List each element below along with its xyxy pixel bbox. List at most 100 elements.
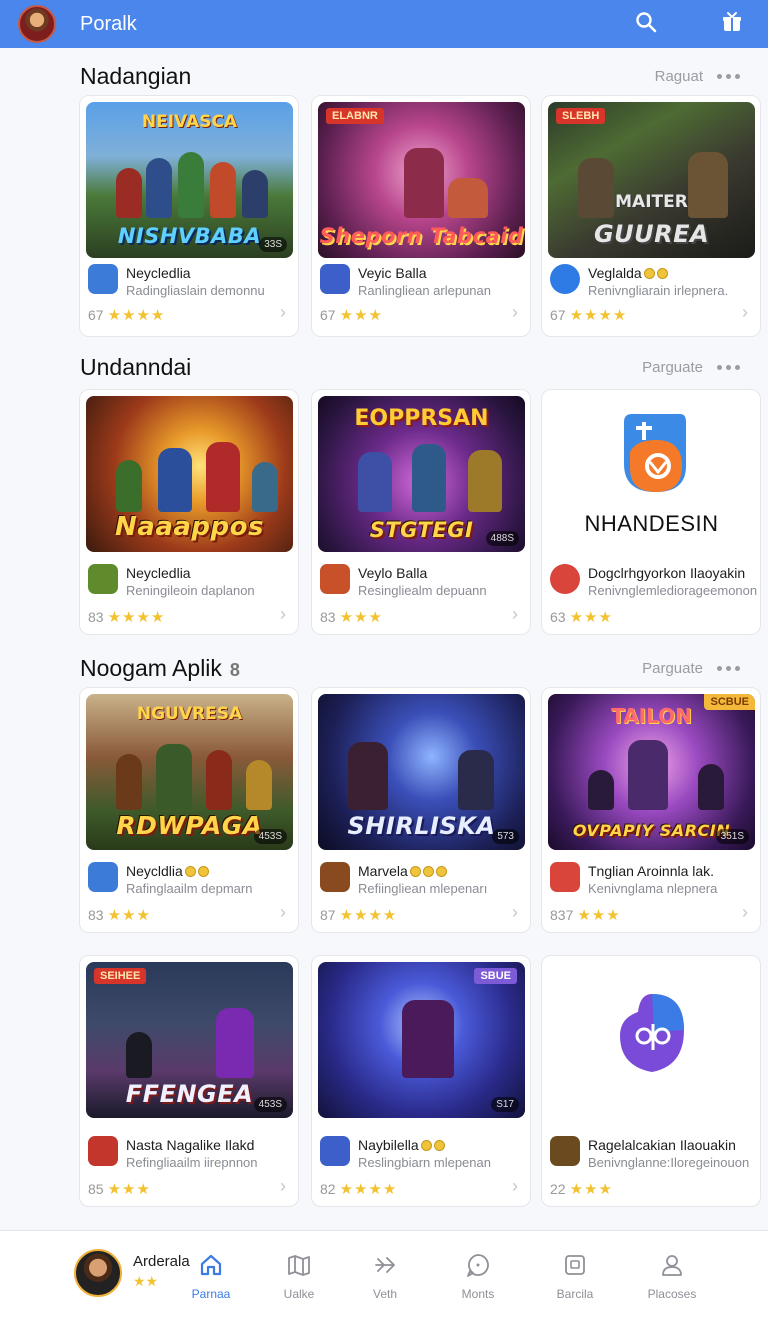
search-button[interactable] (630, 8, 662, 40)
star-icon: ★★★ (107, 907, 151, 924)
app-icon (88, 264, 118, 294)
game-banner: NGUVRESA RDWPAGA 453S (86, 694, 293, 850)
profile-avatar[interactable] (74, 1249, 122, 1297)
game-banner: ELABNR Sheporn Tabcaid (318, 102, 525, 258)
banner-title: Naaappos (115, 512, 264, 542)
app-logo-banner (548, 962, 755, 1118)
more-icon[interactable] (717, 665, 740, 671)
app-name: Veglalda (588, 265, 668, 281)
banner-subtitle: EOPPRSAN (354, 406, 489, 431)
game-card[interactable]: Naaappos Neycledlia Reningileoin daplano… (79, 389, 299, 635)
star-icon: ★★★ (577, 907, 621, 924)
section-title: Nadangian (80, 62, 192, 89)
size-badge: 488S (485, 531, 519, 546)
rating-value: 67 (550, 307, 566, 323)
size-badge: 453S (253, 1097, 287, 1112)
nav-item-home[interactable]: Parnaa (171, 1251, 251, 1301)
more-icon[interactable] (717, 73, 740, 79)
star-icon: ★★★ (569, 1181, 613, 1198)
game-banner: Naaappos (86, 396, 293, 552)
app-subtitle: Reningileoin daplanon (126, 583, 255, 598)
nav-item-monts[interactable]: Monts (438, 1251, 518, 1301)
size-badge: 573 (492, 829, 519, 844)
nav-label: Monts (461, 1287, 495, 1301)
chevron-right-icon[interactable]: › (742, 302, 748, 323)
chevron-right-icon[interactable]: › (512, 302, 518, 323)
game-card[interactable]: NEIVASCA NISHVBABA 33S Neycledlia Rading… (79, 95, 299, 337)
rating: 63 ★★★ (550, 608, 613, 626)
search-icon (635, 11, 657, 38)
game-card[interactable]: Ragelalcakian Ilaouakin Benivnglanne:Ilo… (541, 955, 761, 1207)
section-action-link[interactable]: Parguate (642, 660, 703, 677)
game-card[interactable]: SBUE S17 Naybilella Reslingbiarn mlepena… (311, 955, 531, 1207)
person-icon (632, 1251, 712, 1279)
section-action-link[interactable]: Raguat (655, 68, 703, 85)
chevron-right-icon[interactable]: › (742, 902, 748, 923)
app-name: Neycldlia (126, 863, 209, 879)
gift-button[interactable] (716, 8, 748, 40)
category-tag: SLEBH (556, 108, 606, 124)
app-subtitle: Rafinglaailm depmarn (126, 881, 253, 896)
section-action-link[interactable]: Parguate (642, 359, 703, 376)
category-tag: SBUE (474, 968, 517, 984)
chevron-right-icon[interactable]: › (512, 902, 518, 923)
chevron-right-icon[interactable]: › (280, 1176, 286, 1197)
game-card[interactable]: SHIRLISKA 573 Marvela Refiingliean mlepe… (311, 687, 531, 933)
rating-value: 67 (320, 307, 336, 323)
section-actions[interactable]: Parguate (642, 359, 740, 376)
more-icon[interactable] (717, 364, 740, 370)
section-header: Nadangian Raguat (80, 61, 740, 91)
nav-item-barcila[interactable]: Barcila (535, 1251, 615, 1301)
app-icon (550, 862, 580, 892)
app-icon (550, 1136, 580, 1166)
game-card[interactable]: ELABNR Sheporn Tabcaid Veyic Balla Ranli… (311, 95, 531, 337)
chevron-right-icon[interactable]: › (512, 1176, 518, 1197)
app-name: Marvela (358, 863, 447, 879)
section-actions[interactable]: Parguate (642, 660, 740, 677)
game-banner: SCBUE TAILON OVPAPIY SARCIN 351S (548, 694, 755, 850)
star-icon: ★★★★ (339, 907, 398, 924)
game-card[interactable]: NGUVRESA RDWPAGA 453S Neycldlia Rafingla… (79, 687, 299, 933)
size-badge: 33S (259, 237, 287, 252)
chevron-right-icon[interactable]: › (280, 604, 286, 625)
chevron-right-icon[interactable]: › (512, 604, 518, 625)
section-header: Noogam Aplik 8 Parguate (80, 653, 740, 683)
rating-value: 87 (320, 907, 336, 923)
game-card[interactable]: SEIHEE FFENGEA 453S Nasta Nagalike Ilakd… (79, 955, 299, 1207)
app-subtitle: Benivnglanne:Iloregeinouon (588, 1155, 750, 1170)
app-subtitle: Kenivnglama nlepnera (588, 881, 718, 896)
chevron-right-icon[interactable]: › (280, 302, 286, 323)
nav-item-map[interactable]: Ualke (259, 1251, 339, 1301)
banner-subtitle: NEIVASCA (141, 112, 238, 132)
rating: 83 ★★★ (88, 906, 151, 924)
rating: 22 ★★★ (550, 1180, 613, 1198)
section-actions[interactable]: Raguat (655, 68, 740, 85)
rating-value: 85 (88, 1181, 104, 1197)
star-icon: ★★★ (339, 307, 383, 324)
app-name: Dogclrhgyorkon Ilaoyakin (588, 565, 746, 581)
app-subtitle: Renivngliarain irlepnera. (588, 283, 729, 298)
chevron-right-icon[interactable]: › (280, 902, 286, 923)
app-title: Poralk (80, 12, 137, 35)
rating: 82 ★★★★ (320, 1180, 397, 1198)
app-subtitle: Renivnglemlediorageemonon (588, 583, 758, 598)
app-name: Nasta Nagalike Ilakd (126, 1137, 255, 1153)
nav-item-veth[interactable]: Veth (345, 1251, 425, 1301)
game-card[interactable]: SCBUE TAILON OVPAPIY SARCIN 351S Tnglian… (541, 687, 761, 933)
game-card[interactable]: NHANDESIN Dogclrhgyorkon Ilaoyakin Reniv… (541, 389, 761, 635)
app-icon (88, 564, 118, 594)
rating-value: 83 (88, 907, 104, 923)
bottom-navigation: Arderala ★★ Parnaa Ualke Veth Monts Barc… (0, 1230, 768, 1344)
app-icon (88, 862, 118, 892)
nav-label: Barcila (556, 1287, 594, 1301)
app-subtitle: Resingliealm depuann (358, 583, 487, 598)
nav-label: Placoses (647, 1287, 697, 1301)
app-icon (320, 564, 350, 594)
game-card[interactable]: SLEBH MAITER GUUREA Veglalda Renivngliar… (541, 95, 761, 337)
star-icon: ★★★★ (107, 307, 166, 324)
section-title: Undanndai (80, 353, 192, 380)
nav-item-placoses[interactable]: Placoses (632, 1251, 712, 1301)
app-logo-icon (614, 988, 690, 1083)
user-avatar[interactable] (18, 5, 56, 43)
game-card[interactable]: EOPPRSAN STGTEGI 488S Veylo Balla Resing… (311, 389, 531, 635)
